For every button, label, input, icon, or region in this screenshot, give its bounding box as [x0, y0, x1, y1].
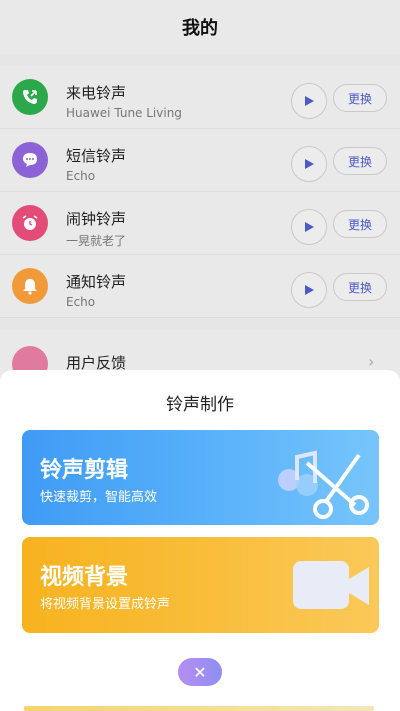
close-button[interactable]: ✕ [178, 658, 222, 686]
app-header: 我的 [0, 0, 400, 54]
sheet-title: 铃声制作 [166, 395, 234, 415]
play-icon [305, 159, 314, 169]
ringtone-row-alarm[interactable]: 闹钟铃声 一晃就老了 更换 [0, 192, 400, 255]
play-button[interactable] [291, 146, 327, 182]
video-card-subtitle: 将视频背景设置成铃声 [40, 597, 171, 612]
bottom-decoration [24, 706, 374, 711]
video-camera-icon [293, 561, 369, 609]
chevron-right-icon: › [368, 352, 375, 371]
play-icon [305, 222, 314, 232]
page-title: 我的 [182, 18, 218, 39]
message-icon [12, 142, 48, 178]
ringtone-name: 闹钟铃声 [66, 210, 127, 228]
ringtone-current: Huawei Tune Living [66, 106, 182, 120]
video-background-card[interactable]: 视频背景 将视频背景设置成铃声 [22, 537, 379, 633]
ringtone-row-call[interactable]: 来电铃声 Huawei Tune Living 更换 [0, 66, 400, 129]
ringtone-row-notification[interactable]: 通知铃声 Echo 更换 [0, 255, 400, 318]
play-button[interactable] [291, 272, 327, 308]
change-button[interactable]: 更换 [333, 210, 387, 238]
ringtone-name: 短信铃声 [66, 147, 127, 165]
ringtone-clip-card[interactable]: 铃声剪辑 快速裁剪，智能高效 [22, 430, 379, 525]
bell-icon [12, 268, 48, 304]
ringtone-current: Echo [66, 169, 96, 183]
scissors-music-icon [278, 450, 369, 519]
clip-card-subtitle: 快速裁剪，智能高效 [40, 490, 158, 505]
ringtone-name: 通知铃声 [66, 273, 127, 291]
ringtone-current: Echo [66, 295, 96, 309]
video-card-title: 视频背景 [40, 565, 129, 590]
alarm-clock-icon [12, 205, 48, 241]
play-icon [305, 285, 314, 295]
clip-card-title: 铃声剪辑 [40, 458, 129, 483]
phone-icon [12, 79, 48, 115]
ringtone-name: 来电铃声 [66, 84, 127, 102]
play-button[interactable] [291, 209, 327, 245]
play-icon [305, 96, 314, 106]
ringtone-row-sms[interactable]: 短信铃声 Echo 更换 [0, 129, 400, 192]
change-button[interactable]: 更换 [333, 84, 387, 112]
ringtone-current: 一晃就老了 [66, 234, 127, 248]
change-button[interactable]: 更换 [333, 147, 387, 175]
change-button[interactable]: 更换 [333, 273, 387, 301]
play-button[interactable] [291, 83, 327, 119]
ringtone-make-sheet: 铃声制作 铃声剪辑 快速裁剪，智能高效 视频背景 将视频背景设置成铃声 ✕ [0, 370, 400, 711]
ringtone-list: 来电铃声 Huawei Tune Living 更换 短信铃声 Echo 更换 … [0, 66, 400, 318]
